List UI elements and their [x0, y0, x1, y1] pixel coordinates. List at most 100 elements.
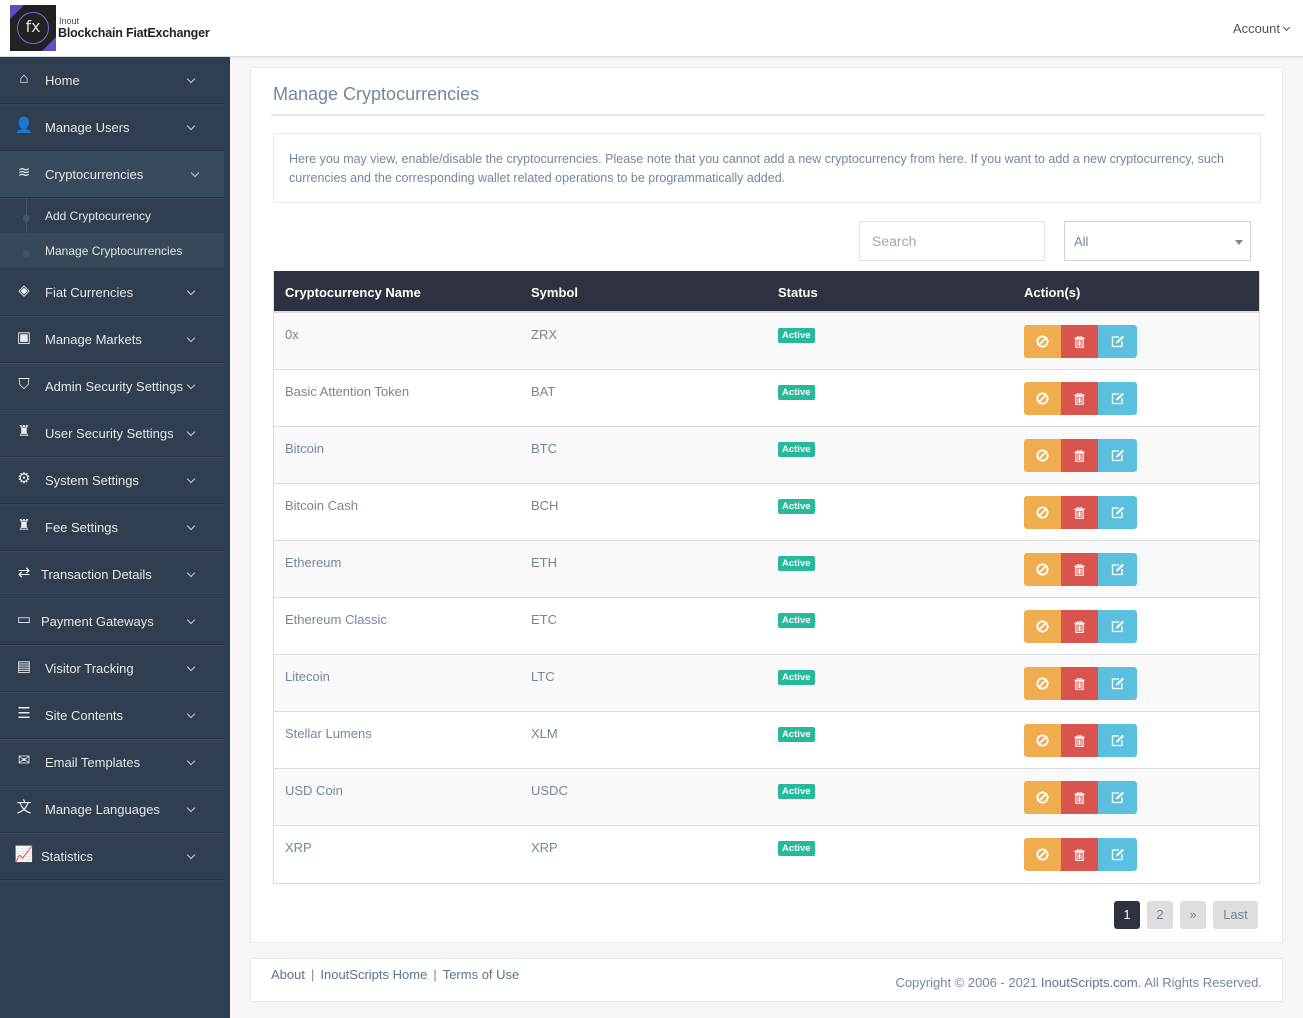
delete-button[interactable]	[1061, 325, 1098, 358]
cryptocurrency-name: Litecoin	[285, 669, 330, 684]
chevron-down-icon	[186, 756, 196, 766]
sidebar-item-site-contents[interactable]: ☰ Site Contents	[0, 692, 224, 739]
sidebar-subitem-manage-cryptocurrencies[interactable]: Manage Cryptocurrencies	[0, 233, 224, 268]
row-actions	[1024, 610, 1137, 643]
footer-link-inoutscripts-home[interactable]: InoutScripts Home	[320, 967, 427, 982]
sidebar-item-label: Cryptocurrencies	[45, 167, 144, 182]
cryptocurrency-name: Ethereum Classic	[285, 612, 387, 627]
trash-icon	[1074, 506, 1085, 519]
sidebar-item-statistics[interactable]: 📈 Statistics	[0, 833, 224, 880]
sidebar-subitem-add-cryptocurrency[interactable]: Add Cryptocurrency	[0, 198, 224, 233]
edit-button[interactable]	[1098, 553, 1137, 586]
edit-button[interactable]	[1098, 325, 1137, 358]
edit-button[interactable]	[1098, 781, 1137, 814]
table-row: XRP XRP Active	[274, 826, 1259, 883]
cryptocurrency-symbol: XRP	[531, 840, 558, 855]
column-header-symbol[interactable]: Symbol	[531, 285, 578, 300]
table-header: Cryptocurrency Name Symbol Status Action…	[274, 271, 1259, 313]
delete-button[interactable]	[1061, 553, 1098, 586]
sidebar-item-visitor-tracking[interactable]: ▤ Visitor Tracking	[0, 645, 224, 692]
table-row: 0x ZRX Active	[274, 313, 1259, 370]
status-badge: Active	[778, 784, 815, 799]
sidebar-item-manage-languages[interactable]: 文 Manage Languages	[0, 786, 224, 833]
ban-icon	[1036, 848, 1049, 861]
delete-button[interactable]	[1061, 724, 1098, 757]
table-row: Bitcoin Cash BCH Active	[274, 484, 1259, 541]
sidebar-item-cryptocurrencies[interactable]: ≋ Cryptocurrencies	[0, 151, 224, 198]
sidebar-item-payment-gateways[interactable]: ▭ Payment Gateways	[0, 598, 224, 645]
row-actions	[1024, 781, 1137, 814]
edit-button[interactable]	[1098, 667, 1137, 700]
sidebar-item-admin-security-settings[interactable]: ⛉ Admin Security Settings	[0, 363, 224, 410]
sidebar-item-manage-markets[interactable]: ▣ Manage Markets	[0, 316, 224, 363]
status-filter-select[interactable]: All	[1064, 221, 1251, 261]
disable-button[interactable]	[1024, 838, 1061, 871]
edit-button[interactable]	[1098, 496, 1137, 529]
column-header-status[interactable]: Status	[778, 285, 818, 300]
trash-icon	[1074, 848, 1085, 861]
logo[interactable]: fx	[10, 5, 56, 51]
sidebar-item-label: Manage Users	[45, 120, 130, 135]
sidebar-item-fiat-currencies[interactable]: ◈ Fiat Currencies	[0, 269, 224, 316]
disable-button[interactable]	[1024, 382, 1061, 415]
footer-links: About | InoutScripts Home | Terms of Use	[271, 967, 519, 982]
disable-button[interactable]	[1024, 439, 1061, 472]
footer-link-about[interactable]: About	[271, 967, 305, 982]
delete-button[interactable]	[1061, 496, 1098, 529]
sidebar-item-user-security-settings[interactable]: ♜ User Security Settings	[0, 410, 224, 457]
sidebar-item-label: Email Templates	[45, 755, 141, 770]
search-input[interactable]	[859, 221, 1045, 261]
sidebar-item-fee-settings[interactable]: ♜ Fee Settings	[0, 504, 224, 551]
column-header-name[interactable]: Cryptocurrency Name	[285, 285, 421, 300]
ticket-icon: ◈	[18, 282, 30, 299]
disable-button[interactable]	[1024, 781, 1061, 814]
copyright-brand-link[interactable]: InoutScripts.com	[1041, 975, 1138, 990]
delete-button[interactable]	[1061, 382, 1098, 415]
sidebar-item-system-settings[interactable]: ⚙ System Settings	[0, 457, 224, 504]
caret-down-icon	[1235, 240, 1243, 245]
sidebar-item-home[interactable]: ⌂ Home	[0, 57, 224, 104]
disable-button[interactable]	[1024, 553, 1061, 586]
chevron-down-icon	[186, 74, 196, 84]
delete-button[interactable]	[1061, 838, 1098, 871]
delete-button[interactable]	[1061, 610, 1098, 643]
disable-button[interactable]	[1024, 325, 1061, 358]
table-row: Litecoin LTC Active	[274, 655, 1259, 712]
ban-icon	[1036, 734, 1049, 747]
disable-button[interactable]	[1024, 610, 1061, 643]
sidebar-item-manage-users[interactable]: 👤 Manage Users	[0, 104, 224, 151]
delete-button[interactable]	[1061, 439, 1098, 472]
ban-icon	[1036, 449, 1049, 462]
sidebar-item-email-templates[interactable]: ✉ Email Templates	[0, 739, 224, 786]
trash-icon	[1074, 677, 1085, 690]
language-icon: 文	[16, 799, 32, 816]
delete-button[interactable]	[1061, 781, 1098, 814]
disable-button[interactable]	[1024, 667, 1061, 700]
footer: About | InoutScripts Home | Terms of Use Cop…	[250, 958, 1283, 1002]
edit-button[interactable]	[1098, 610, 1137, 643]
account-menu[interactable]: Account	[1233, 21, 1291, 36]
table-row: USD Coin USDC Active	[274, 769, 1259, 826]
footer-link-terms[interactable]: Terms of Use	[443, 967, 520, 982]
account-label: Account	[1233, 21, 1280, 36]
edit-button[interactable]	[1098, 724, 1137, 757]
edit-button[interactable]	[1098, 838, 1137, 871]
chevron-down-icon	[186, 803, 196, 813]
edit-button[interactable]	[1098, 382, 1137, 415]
sidebar-item-transaction-details[interactable]: ⇄ Transaction Details	[0, 551, 224, 598]
edit-icon	[1111, 563, 1125, 576]
sidebar-item-label: Visitor Tracking	[45, 661, 134, 676]
row-actions	[1024, 553, 1137, 586]
page-button-1[interactable]: 1	[1114, 901, 1140, 929]
last-page-button[interactable]: Last	[1213, 901, 1258, 929]
page-button-2[interactable]: 2	[1147, 901, 1173, 929]
cryptocurrency-name: Basic Attention Token	[285, 384, 410, 399]
disable-button[interactable]	[1024, 496, 1061, 529]
edit-button[interactable]	[1098, 439, 1137, 472]
ban-icon	[1036, 335, 1049, 348]
next-page-button[interactable]: »	[1180, 901, 1206, 929]
row-actions	[1024, 382, 1137, 415]
delete-button[interactable]	[1061, 667, 1098, 700]
disable-button[interactable]	[1024, 724, 1061, 757]
sidebar-item-label: Manage Markets	[45, 332, 142, 347]
